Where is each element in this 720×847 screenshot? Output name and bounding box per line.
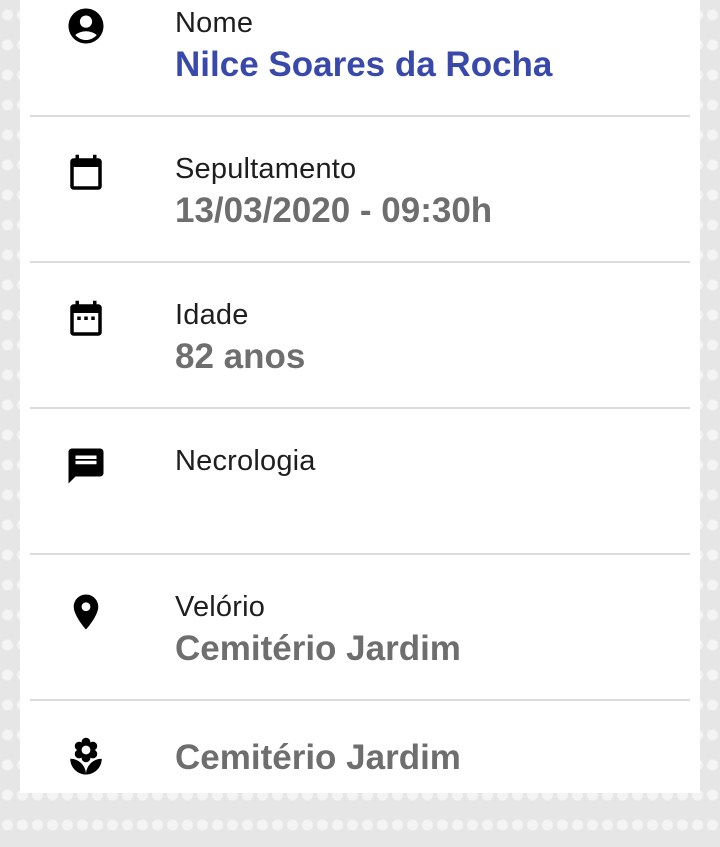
sepultamento-value: 13/03/2020 - 09:30h	[175, 191, 493, 230]
velorio-value: Cemitério Jardim	[175, 629, 461, 668]
calendar-dots-icon	[65, 299, 107, 341]
velorio-label: Velório	[175, 591, 266, 623]
row-necrologia: Necrologia	[20, 409, 700, 555]
row-local: Cemitério Jardim	[20, 701, 700, 847]
flower-icon	[65, 736, 107, 778]
necrologia-label: Necrologia	[175, 445, 316, 477]
account-circle-icon	[65, 5, 107, 47]
local-value: Cemitério Jardim	[175, 738, 461, 777]
row-sepultamento: Sepultamento 13/03/2020 - 09:30h	[20, 117, 700, 263]
location-pin-icon	[65, 591, 107, 633]
row-idade: Idade 82 anos	[20, 263, 700, 409]
row-velorio: Velório Cemitério Jardim	[20, 555, 700, 701]
idade-value: 82 anos	[175, 337, 306, 376]
calendar-icon	[65, 153, 107, 195]
nome-value: Nilce Soares da Rocha	[175, 45, 553, 84]
nome-label: Nome	[175, 7, 254, 39]
idade-label: Idade	[175, 299, 249, 331]
sepultamento-label: Sepultamento	[175, 153, 357, 185]
row-nome: Nome Nilce Soares da Rocha	[20, 0, 700, 117]
obituary-details-card: Nome Nilce Soares da Rocha Sepultamento …	[20, 0, 700, 793]
message-icon	[65, 445, 107, 487]
